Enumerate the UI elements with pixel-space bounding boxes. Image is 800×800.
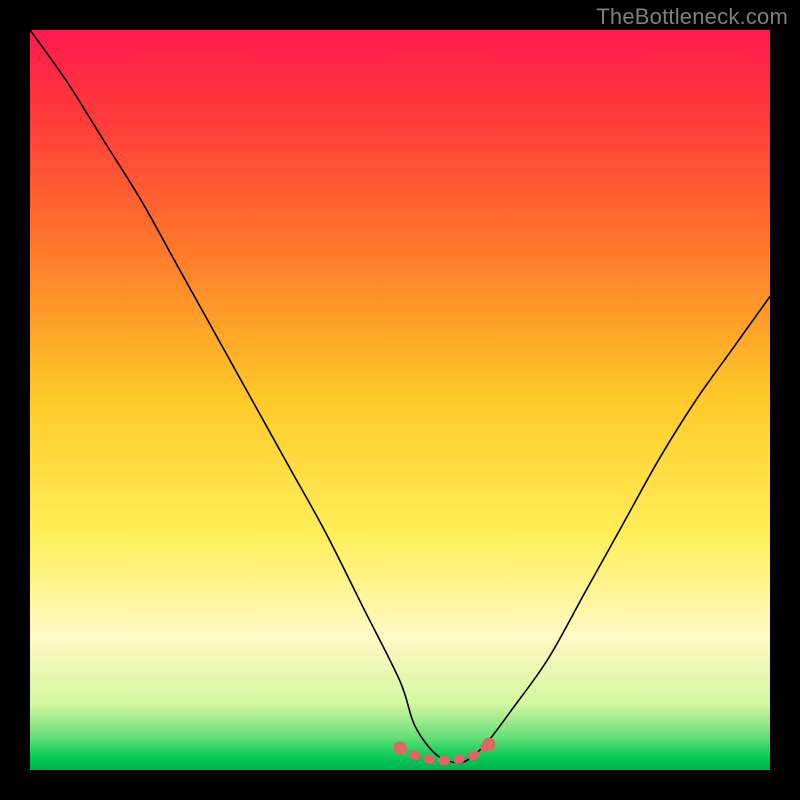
chart-svg <box>30 30 770 770</box>
gradient-background <box>30 30 770 770</box>
plot-area <box>30 30 770 770</box>
watermark-text: TheBottleneck.com <box>596 4 788 30</box>
chart-frame: TheBottleneck.com <box>0 0 800 800</box>
bottom-marker-start-dot <box>394 741 407 754</box>
bottom-marker-end-dot <box>482 738 495 751</box>
